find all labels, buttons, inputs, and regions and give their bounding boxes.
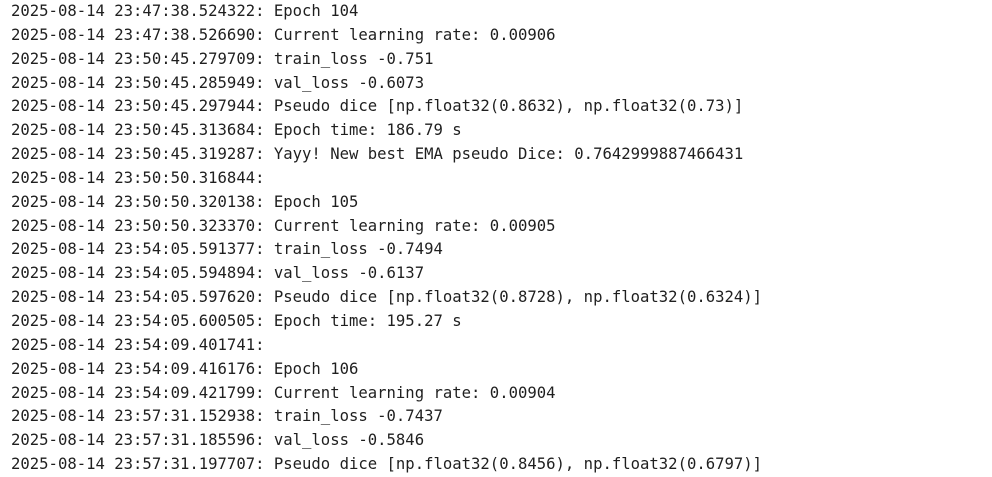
log-line: 2025-08-14 23:54:05.594894: val_loss -0.… <box>11 264 425 283</box>
log-line: 2025-08-14 23:50:45.279709: train_loss -… <box>11 49 434 68</box>
log-line: 2025-08-14 23:54:05.600505: Epoch time: … <box>11 311 462 330</box>
log-line: 2025-08-14 23:50:45.313684: Epoch time: … <box>11 121 462 140</box>
log-line: 2025-08-14 23:54:09.401741: <box>11 335 274 354</box>
log-line: 2025-08-14 23:47:38.524322: Epoch 104 <box>11 2 359 20</box>
log-line: 2025-08-14 23:57:31.197707: Pseudo dice … <box>11 455 763 474</box>
log-line: 2025-08-14 23:54:09.421799: Current lear… <box>11 383 556 402</box>
log-line: 2025-08-14 23:50:50.323370: Current lear… <box>11 216 556 235</box>
log-line: 2025-08-14 23:50:50.320138: Epoch 105 <box>11 192 359 211</box>
log-line: 2025-08-14 23:57:31.185596: val_loss -0.… <box>11 431 425 450</box>
log-line: 2025-08-14 23:50:45.297944: Pseudo dice … <box>11 97 744 116</box>
log-line: 2025-08-14 23:47:38.526690: Current lear… <box>11 25 556 44</box>
log-line: 2025-08-14 23:57:31.152938: train_loss -… <box>11 407 443 426</box>
log-line: 2025-08-14 23:54:05.597620: Pseudo dice … <box>11 288 763 307</box>
log-line: 2025-08-14 23:50:45.285949: val_loss -0.… <box>11 73 425 92</box>
log-line: 2025-08-14 23:50:45.319287: Yayy! New be… <box>11 145 744 164</box>
log-line: 2025-08-14 23:54:05.591377: train_loss -… <box>11 240 443 259</box>
log-output: 2025-08-14 23:47:38.524322: Epoch 104 202… <box>11 0 986 477</box>
log-line: 2025-08-14 23:54:09.416176: Epoch 106 <box>11 359 359 378</box>
log-line: 2025-08-14 23:50:50.316844: <box>11 168 274 187</box>
